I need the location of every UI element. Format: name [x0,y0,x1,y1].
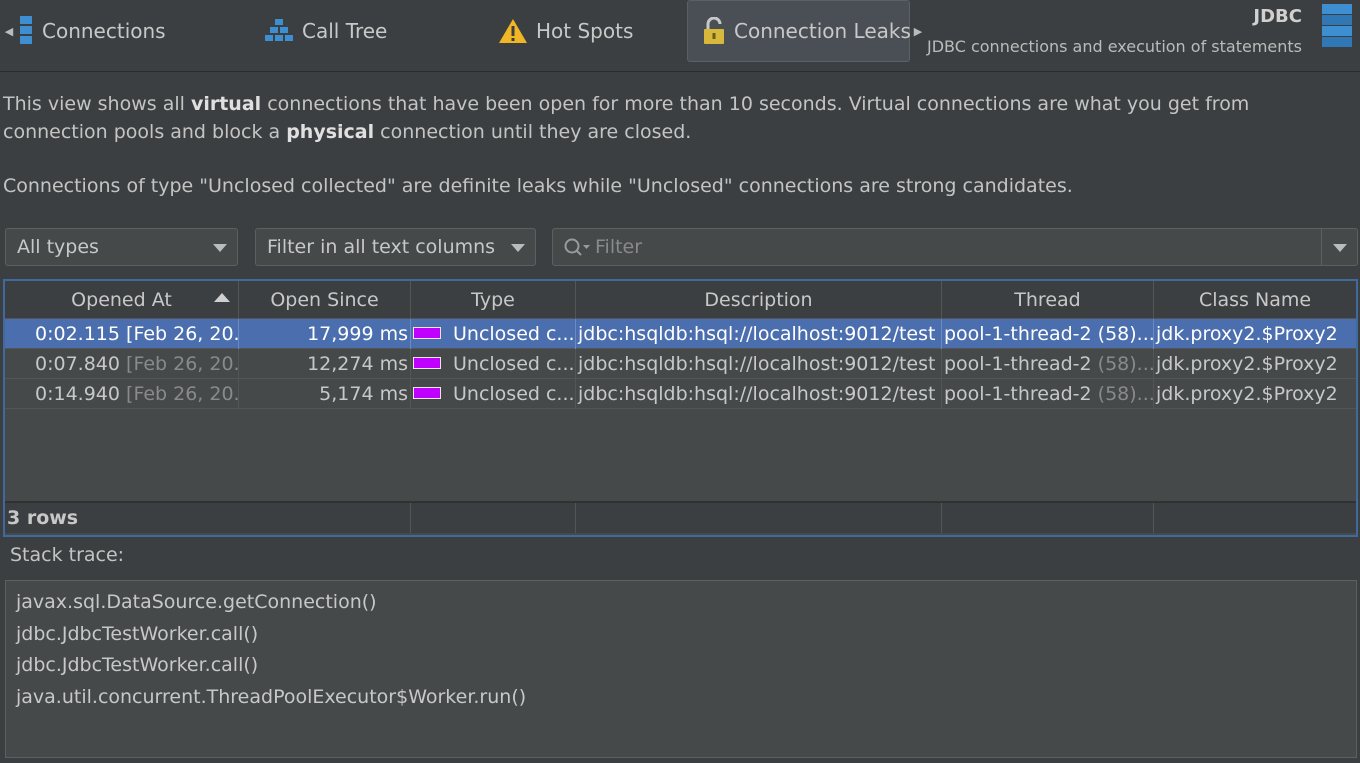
tab-label: Connection Leaks [734,19,911,43]
footer-cell [576,503,942,533]
tab-call-tree[interactable]: Call Tree [264,0,387,62]
scroll-right-icon[interactable]: ▶ [913,24,923,40]
chevron-down-icon [511,244,525,252]
column-header-thread[interactable]: Thread [942,281,1154,319]
cell-opened-at: 0:14.940 [Feb 26, 20... [5,379,239,409]
view-description: This view shows all virtual connections … [3,90,1353,200]
type-color-swatch [413,356,441,369]
column-filter-value: Filter in all text columns [267,236,496,258]
type-filter-select[interactable]: All types [5,228,238,266]
chevron-down-icon [213,244,227,252]
stack-frame[interactable]: javax.sql.DataSource.getConnection() [16,587,1346,619]
table-row[interactable]: 0:07.840 [Feb 26, 20... 12,274 ms Unclos… [5,349,1356,379]
cell-description: jdbc:hsqldb:hsql://localhost:9012/test [576,319,942,349]
column-header-open-since[interactable]: Open Since [239,281,411,319]
unlocked-lock-icon [702,17,726,45]
sort-ascending-icon [214,293,230,302]
table-header: Opened At Open Since Type Description Th… [5,281,1356,319]
cell-class-name: jdk.proxy2.$Proxy2 [1156,383,1338,405]
cell-class-name: jdk.proxy2.$Proxy2 [1156,353,1338,375]
warning-icon [498,18,528,44]
cell-opened-at: 0:02.115 [Feb 26, 20... [5,319,239,349]
chevron-down-icon [1333,244,1347,252]
column-header-class-name[interactable]: Class Name [1154,281,1356,319]
tab-label: Connections [42,19,166,43]
row-count: 3 rows [5,503,411,533]
filter-history-button[interactable] [1321,229,1357,265]
cell-thread: pool-1-thread-2 (58)... [942,379,1154,409]
stack-trace-label: Stack trace: [10,544,125,566]
database-icon [18,16,34,46]
column-header-type[interactable]: Type [411,281,576,319]
tab-hot-spots[interactable]: Hot Spots [498,0,633,62]
stack-frame[interactable]: jdbc.JdbcTestWorker.call() [16,619,1346,651]
search-icon[interactable] [563,237,593,264]
cell-open-since: 17,999 ms [239,319,411,349]
call-tree-icon [264,19,294,43]
cell-opened-at: 0:07.840 [Feb 26, 20... [5,349,239,379]
table-row[interactable]: 0:14.940 [Feb 26, 20... 5,174 ms Unclose… [5,379,1356,409]
type-color-swatch [413,326,441,339]
table-row[interactable]: 0:02.115 [Feb 26, 20... 17,999 ms Unclos… [5,319,1356,349]
stack-frame[interactable]: java.util.concurrent.ThreadPoolExecutor$… [16,682,1346,714]
type-filter-value: All types [17,236,99,258]
cell-open-since: 12,274 ms [239,349,411,379]
footer-cell [411,503,576,533]
table-footer: 3 rows [5,501,1356,533]
cell-type: Unclosed c... [411,319,576,349]
tab-connections[interactable]: Connections [18,0,166,62]
view-tab-bar: ◀ Connections Call Tree Hot Spots Connec… [0,0,1360,72]
connection-leaks-table: Opened At Open Since Type Description Th… [3,279,1358,537]
cell-thread: pool-1-thread-2 (58)... [942,319,1154,349]
footer-cell [1154,503,1356,533]
filter-input[interactable] [595,229,1315,265]
tab-label: Hot Spots [536,19,634,43]
stack-trace-list: javax.sql.DataSource.getConnection() jdb… [5,580,1357,758]
cell-description: jdbc:hsqldb:hsql://localhost:9012/test [576,349,942,379]
tab-connection-leaks[interactable]: Connection Leaks [687,0,911,62]
cell-thread: pool-1-thread-2 (58)... [942,349,1154,379]
cell-class-name: jdk.proxy2.$Proxy2 [1156,323,1338,345]
column-header-opened-at[interactable]: Opened At [5,281,239,319]
jdbc-database-icon [1320,4,1354,53]
cell-type: Unclosed c... [411,349,576,379]
stack-frame[interactable]: jdbc.JdbcTestWorker.call() [16,650,1346,682]
cell-open-since: 5,174 ms [239,379,411,409]
description-paragraph-1: This view shows all virtual connections … [3,93,1250,143]
column-filter-select[interactable]: Filter in all text columns [255,228,536,266]
scroll-left-icon[interactable]: ◀ [4,24,14,40]
cell-description: jdbc:hsqldb:hsql://localhost:9012/test [576,379,942,409]
column-header-description[interactable]: Description [576,281,942,319]
footer-cell [942,503,1154,533]
cell-type: Unclosed c... [411,379,576,409]
text-filter-field [552,228,1358,266]
view-title: JDBC [1253,6,1302,27]
description-paragraph-2: Connections of type "Unclosed collected"… [3,175,1073,197]
type-color-swatch [413,386,441,399]
view-subtitle: JDBC connections and execution of statem… [926,37,1302,56]
tab-label: Call Tree [302,19,388,43]
